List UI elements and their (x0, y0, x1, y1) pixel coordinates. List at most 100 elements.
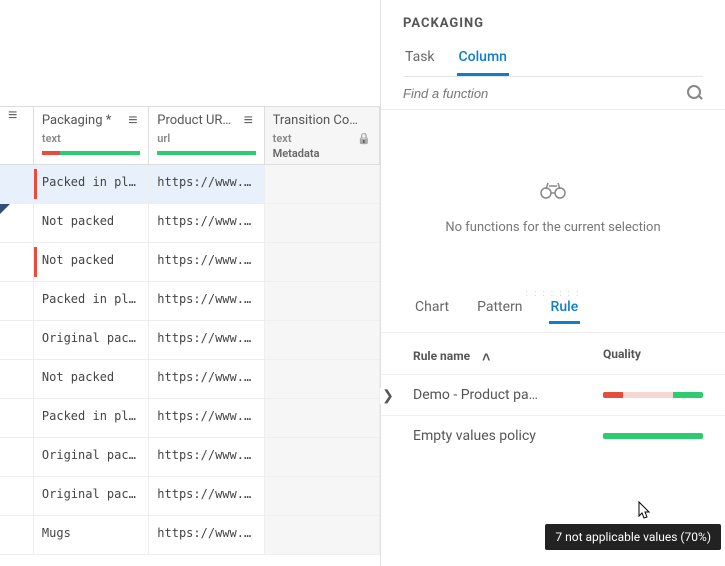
table-row[interactable]: Packed in plast…https://www.goo… (0, 399, 380, 438)
panel-title: PACKAGING (403, 16, 703, 31)
table-row[interactable]: Packed in plast…https://www.goo… (0, 282, 380, 321)
row-gutter[interactable] (0, 477, 34, 515)
quality-header[interactable]: Quality (603, 347, 703, 364)
search-icon[interactable] (687, 85, 703, 101)
row-gutter[interactable] (0, 204, 34, 242)
cell-packaging[interactable]: Packed in plast… (34, 165, 149, 203)
rule-table-header: Rule name Quality (381, 333, 725, 374)
tab-pattern[interactable]: Pattern (475, 295, 524, 324)
row-gutter[interactable] (0, 243, 34, 281)
cell-transition (265, 165, 380, 203)
cell-transition (265, 516, 380, 554)
invalid-flag (34, 247, 37, 277)
cell-transition (265, 360, 380, 398)
row-gutter[interactable] (0, 282, 34, 320)
col-title: Transition Co… (273, 113, 371, 128)
table-row[interactable]: Not packed https://www.goo… (0, 204, 380, 243)
cell-transition (265, 477, 380, 515)
row-gutter[interactable] (0, 516, 34, 554)
cell-text: Packed in plast… (42, 292, 149, 306)
col-header-rownum[interactable] (0, 107, 34, 164)
menu-icon[interactable] (244, 118, 256, 124)
menu-icon[interactable] (8, 113, 20, 119)
cell-text: Packed in plast… (42, 175, 149, 189)
cell-text: Not packed (42, 370, 114, 384)
table-row[interactable]: Mugs https://www.goo… (0, 516, 380, 555)
row-gutter[interactable] (0, 399, 34, 437)
tab-chart[interactable]: Chart (413, 295, 451, 324)
drag-handle-icon[interactable]: : : : : : : : (526, 289, 581, 299)
cell-text: Not packed (42, 253, 114, 267)
rule-label: Empty values policy (413, 428, 603, 444)
quality-bar (157, 151, 255, 155)
col-header-url[interactable]: Product UR… url (149, 107, 264, 164)
col-title: Product UR… (157, 113, 243, 128)
rule-row[interactable]: Demo - Product pa… (381, 374, 725, 415)
col-header-transition[interactable]: Transition Co… text Metadata (265, 107, 380, 164)
grid-header-row: Packaging * text Product UR… url (0, 106, 380, 165)
table-row[interactable]: Original packag…https://www.goo… (0, 438, 380, 477)
table-row[interactable]: Not packed https://www.goo… (0, 360, 380, 399)
cell-packaging[interactable]: Not packed (34, 204, 149, 242)
cell-url[interactable]: https://www.goo… (149, 516, 264, 554)
lock-icon (357, 132, 371, 145)
empty-state: No functions for the current selection (381, 110, 725, 295)
col-type: text (273, 132, 292, 145)
invalid-flag (34, 169, 37, 199)
cell-url[interactable]: https://www.goo… (149, 477, 264, 515)
grid-body[interactable]: Packed in plast…https://www.goo…Not pack… (0, 165, 380, 555)
cell-url[interactable]: https://www.goo… (149, 360, 264, 398)
rule-quality-bar (603, 392, 703, 398)
col-type: url (157, 132, 170, 145)
rule-quality-bar (603, 433, 703, 439)
caret-up-icon[interactable] (482, 347, 490, 364)
row-gutter[interactable] (0, 165, 34, 203)
cell-transition (265, 243, 380, 281)
cell-packaging[interactable]: Mugs (34, 516, 149, 554)
cell-text: Mugs (42, 526, 71, 540)
quality-bar (42, 151, 140, 155)
row-gutter[interactable] (0, 360, 34, 398)
cell-text: Not packed (42, 214, 114, 228)
cell-url[interactable]: https://www.goo… (149, 438, 264, 476)
col-type: text (42, 132, 61, 145)
tab-column[interactable]: Column (457, 45, 509, 76)
table-row[interactable]: Not packed https://www.goo… (0, 243, 380, 282)
cell-packaging[interactable]: Original packag… (34, 438, 149, 476)
cell-url[interactable]: https://www.goo… (149, 204, 264, 242)
tab-rule[interactable]: Rule (549, 295, 581, 324)
cell-url[interactable]: https://www.goo… (149, 243, 264, 281)
tab-task[interactable]: Task (403, 45, 437, 76)
empty-message: No functions for the current selection (445, 220, 660, 235)
cell-text: Original packag… (42, 448, 149, 462)
search-input[interactable] (403, 86, 687, 101)
table-row[interactable]: Original packag…https://www.goo… (0, 321, 380, 360)
cell-transition (265, 399, 380, 437)
cell-packaging[interactable]: Not packed (34, 360, 149, 398)
col-title: Packaging * (42, 113, 128, 128)
cell-transition (265, 204, 380, 242)
row-gutter[interactable] (0, 321, 34, 359)
cell-url[interactable]: https://www.goo… (149, 282, 264, 320)
cell-packaging[interactable]: Original packag… (34, 321, 149, 359)
row-gutter[interactable] (0, 438, 34, 476)
table-row[interactable]: Packed in plast…https://www.goo… (0, 165, 380, 204)
cell-packaging[interactable]: Not packed (34, 243, 149, 281)
cell-packaging[interactable]: Packed in plast… (34, 399, 149, 437)
menu-icon[interactable] (128, 118, 140, 124)
table-row[interactable]: Original packag…https://www.goo… (0, 477, 380, 516)
rule-name-header[interactable]: Rule name (413, 349, 470, 363)
chevron-right-icon[interactable]: ❯ (380, 388, 396, 404)
cell-url[interactable]: https://www.goo… (149, 165, 264, 203)
bottom-tabs: : : : : : : : Chart Pattern Rule (381, 295, 725, 333)
metadata-label: Metadata (273, 147, 371, 160)
search-row (381, 77, 725, 110)
panel-tabs: Task Column (403, 45, 703, 77)
col-header-packaging[interactable]: Packaging * text (34, 107, 149, 164)
cell-transition (265, 321, 380, 359)
cell-url[interactable]: https://www.goo… (149, 399, 264, 437)
rule-row[interactable]: Empty values policy (381, 415, 725, 456)
cell-packaging[interactable]: Original packag… (34, 477, 149, 515)
cell-url[interactable]: https://www.goo… (149, 321, 264, 359)
cell-packaging[interactable]: Packed in plast… (34, 282, 149, 320)
